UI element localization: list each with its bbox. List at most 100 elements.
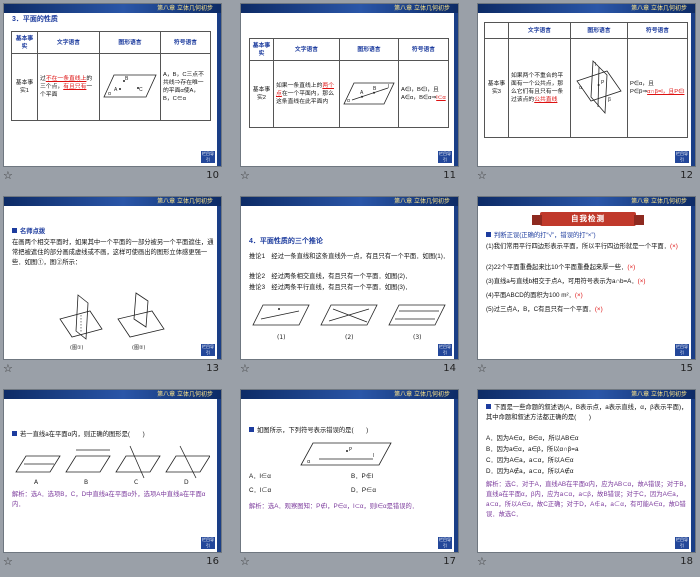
slide-thumb-13[interactable]: 第八章 立体几何初步 名师点拨 在画两个相交平面时，如果其中一个平面的一部分被另… — [0, 193, 225, 379]
chapter-tag: 第八章 立体几何初步 — [394, 391, 450, 398]
nav-button[interactable]: 栏目导引 — [675, 151, 689, 163]
property-table: 基本事实 文字语言 图形语言 符号语言 基本事实2 如果一条直线上的两个点在一个… — [249, 38, 449, 128]
option-a[interactable]: A．l∈α — [249, 472, 271, 482]
slide-footer: ☆ 14 — [237, 361, 462, 379]
header-band: 第八章 立体几何初步 — [4, 4, 221, 13]
figure-caption: (图②) — [132, 345, 145, 351]
slide-canvas: 第八章 立体几何初步 基本事实 文字语言 图形语言 符号语言 基本事实2 如果一… — [240, 3, 459, 167]
symbolic-description: P∈α，且P∈β⇒α∩β=l，且P∈l — [627, 38, 688, 138]
corollary-figures: (1) (2) (3) — [252, 304, 446, 341]
question-text: 若一直线a在平面α内，则正确的图形是( ) — [12, 430, 216, 440]
nav-button[interactable]: 栏目导引 — [201, 344, 215, 356]
slide-number: 10 — [206, 170, 219, 181]
header-band: 第八章 立体几何初步 — [241, 390, 458, 399]
star-icon[interactable]: ☆ — [3, 362, 13, 375]
option-label: B — [84, 479, 88, 486]
symbolic-description: A，B，C三点不共线⇒存在唯一的平面α使A，B，C∈α — [160, 53, 211, 121]
slide-thumb-15[interactable]: 第八章 立体几何初步 自我检测 判断正误(正确的打“√”，错误的打“×”) (1… — [474, 193, 699, 379]
slide-footer: ☆ 17 — [237, 554, 462, 572]
nav-button[interactable]: 栏目导引 — [438, 151, 452, 163]
bullet-icon — [12, 431, 17, 436]
svg-text:l: l — [595, 62, 596, 68]
slide-thumb-16[interactable]: 第八章 立体几何初步 若一直线a在平面α内，则正确的图形是( ) A B C D… — [0, 386, 225, 572]
side-bar — [691, 206, 695, 359]
svg-text:l: l — [388, 84, 389, 90]
nav-button[interactable]: 栏目导引 — [438, 537, 452, 549]
col-header: 图形语言 — [570, 22, 628, 39]
option-d[interactable]: D．P∈α — [351, 486, 376, 496]
option-c[interactable]: C．l⊂α — [249, 486, 271, 496]
slide-footer: ☆ 18 — [474, 554, 699, 572]
side-bar — [691, 13, 695, 166]
slide-thumb-10[interactable]: 第八章 立体几何初步 3．平面的性质 基本事实 文字语言 图形语言 符号语言 基… — [0, 0, 225, 186]
option-a[interactable]: A．因为A∈α，B∈α，所以AB∈α — [486, 434, 578, 444]
property-table: 文字语言 图形语言 符号语言 基本事实3 如果两个不重合的平面有一个公共点，那么… — [484, 22, 688, 138]
nav-button[interactable]: 栏目导引 — [201, 151, 215, 163]
star-icon[interactable]: ☆ — [3, 169, 13, 182]
quiz-item-4: (4)平面ABCD的面积为100 m²．(×) — [486, 292, 583, 299]
option-label: A — [34, 479, 39, 486]
svg-text:α: α — [579, 85, 582, 91]
col-header: 文字语言 — [508, 22, 571, 39]
slide-canvas: 第八章 立体几何初步 自我检测 判断正误(正确的打“√”，错误的打“×”) (1… — [477, 196, 696, 360]
header-band: 第八章 立体几何初步 — [478, 4, 695, 13]
option-b[interactable]: B．因为a∈α，a∈β，所以α∩β=a — [486, 445, 578, 455]
option-c[interactable]: C．因为A∈a，a⊂α，所以A∈α — [486, 456, 574, 466]
slide-footer: ☆ 12 — [474, 168, 699, 186]
figure-caption: (图①) — [70, 345, 83, 351]
slide-number: 18 — [680, 556, 693, 567]
nav-button[interactable]: 栏目导引 — [438, 344, 452, 356]
tip-heading: 名师点拨 — [12, 227, 45, 237]
chapter-tag: 第八章 立体几何初步 — [394, 198, 450, 205]
star-icon[interactable]: ☆ — [240, 169, 250, 182]
bullet-icon — [12, 228, 17, 233]
corollary-1: 推论1 经过一条直线和这条直线外一点，有且只有一个平面．如图(1)． — [249, 253, 450, 260]
slide-footer: ☆ 16 — [0, 554, 225, 572]
svg-text:B: B — [125, 76, 129, 82]
nav-button[interactable]: 栏目导引 — [675, 537, 689, 549]
plane-line-diagram: A B l α — [343, 82, 395, 104]
slide-canvas: 第八章 立体几何初步 若一直线a在平面α内，则正确的图形是( ) A B C D… — [3, 389, 222, 553]
star-icon[interactable]: ☆ — [240, 555, 250, 568]
slide-number: 11 — [443, 170, 456, 181]
svg-text:P: P — [349, 447, 352, 453]
corollary-3: 推论3 经过两条平行直线，有且只有一个平面．如图(3)． — [249, 284, 412, 291]
svg-text:α: α — [347, 98, 350, 104]
col-header: 图形语言 — [99, 31, 161, 54]
property-table: 基本事实 文字语言 图形语言 符号语言 基本事实1 过不在一条直线上的三个点，有… — [11, 31, 211, 121]
quiz-item-5: (5)过三点A，B，C有且只有一个平面．(×) — [486, 306, 603, 313]
star-icon[interactable]: ☆ — [3, 555, 13, 568]
row-name: 基本事实2 — [249, 60, 274, 128]
svg-text:α: α — [108, 91, 111, 97]
question-text: 下面是一些命题的叙述语(A，B表示点，a表示直线，α，β表示平面)，其中命题和叙… — [486, 404, 688, 421]
nav-button[interactable]: 栏目导引 — [675, 344, 689, 356]
section-heading: 4．平面性质的三个推论 — [249, 238, 323, 245]
row-name: 基本事实3 — [484, 38, 509, 138]
slide-canvas: 第八章 立体几何初步 下面是一些命题的叙述语(A，B表示点，a表示直线，α，β表… — [477, 389, 696, 553]
bullet-icon — [486, 232, 491, 237]
slide-thumb-11[interactable]: 第八章 立体几何初步 基本事实 文字语言 图形语言 符号语言 基本事实2 如果一… — [237, 0, 462, 186]
bullet-icon — [249, 427, 254, 432]
slide-thumb-12[interactable]: 第八章 立体几何初步 文字语言 图形语言 符号语言 基本事实3 如果两个不重合的… — [474, 0, 699, 186]
chapter-tag: 第八章 立体几何初步 — [157, 391, 213, 398]
option-label: D — [184, 479, 189, 486]
slide-thumb-17[interactable]: 第八章 立体几何初步 如图所示，下列符号表示错误的是( ) P l α A．l∈… — [237, 386, 462, 572]
side-bar — [454, 399, 458, 552]
slide-thumb-14[interactable]: 第八章 立体几何初步 4．平面性质的三个推论 推论1 经过一条直线和这条直线外一… — [237, 193, 462, 379]
star-icon[interactable]: ☆ — [477, 169, 487, 182]
option-d[interactable]: D．因为A∉a，a⊂α，所以A∉α — [486, 467, 574, 477]
star-icon[interactable]: ☆ — [477, 555, 487, 568]
header-band: 第八章 立体几何初步 — [241, 197, 458, 206]
col-header: 文字语言 — [37, 31, 100, 54]
answer-explanation: 解析：选A．选项B，C，D中直线a在平面α外，选项A中直线a在平面α内． — [12, 491, 206, 508]
plane-figure: A B l α — [339, 60, 399, 128]
slide-thumb-18[interactable]: 第八章 立体几何初步 下面是一些命题的叙述语(A，B表示点，a表示直线，α，β表… — [474, 386, 699, 572]
plane-point-line-figure: P l α — [300, 442, 392, 466]
star-icon[interactable]: ☆ — [477, 362, 487, 375]
nav-button[interactable]: 栏目导引 — [201, 537, 215, 549]
star-icon[interactable]: ☆ — [240, 362, 250, 375]
intersecting-planes-figures: (图①) (图②) — [59, 292, 165, 351]
option-b[interactable]: B．P∉l — [351, 472, 373, 482]
slide-canvas: 第八章 立体几何初步 3．平面的性质 基本事实 文字语言 图形语言 符号语言 基… — [3, 3, 222, 167]
symbolic-description: A∈l，B∈l，且A∈α，B∈α⇒l⊂α — [398, 60, 449, 128]
